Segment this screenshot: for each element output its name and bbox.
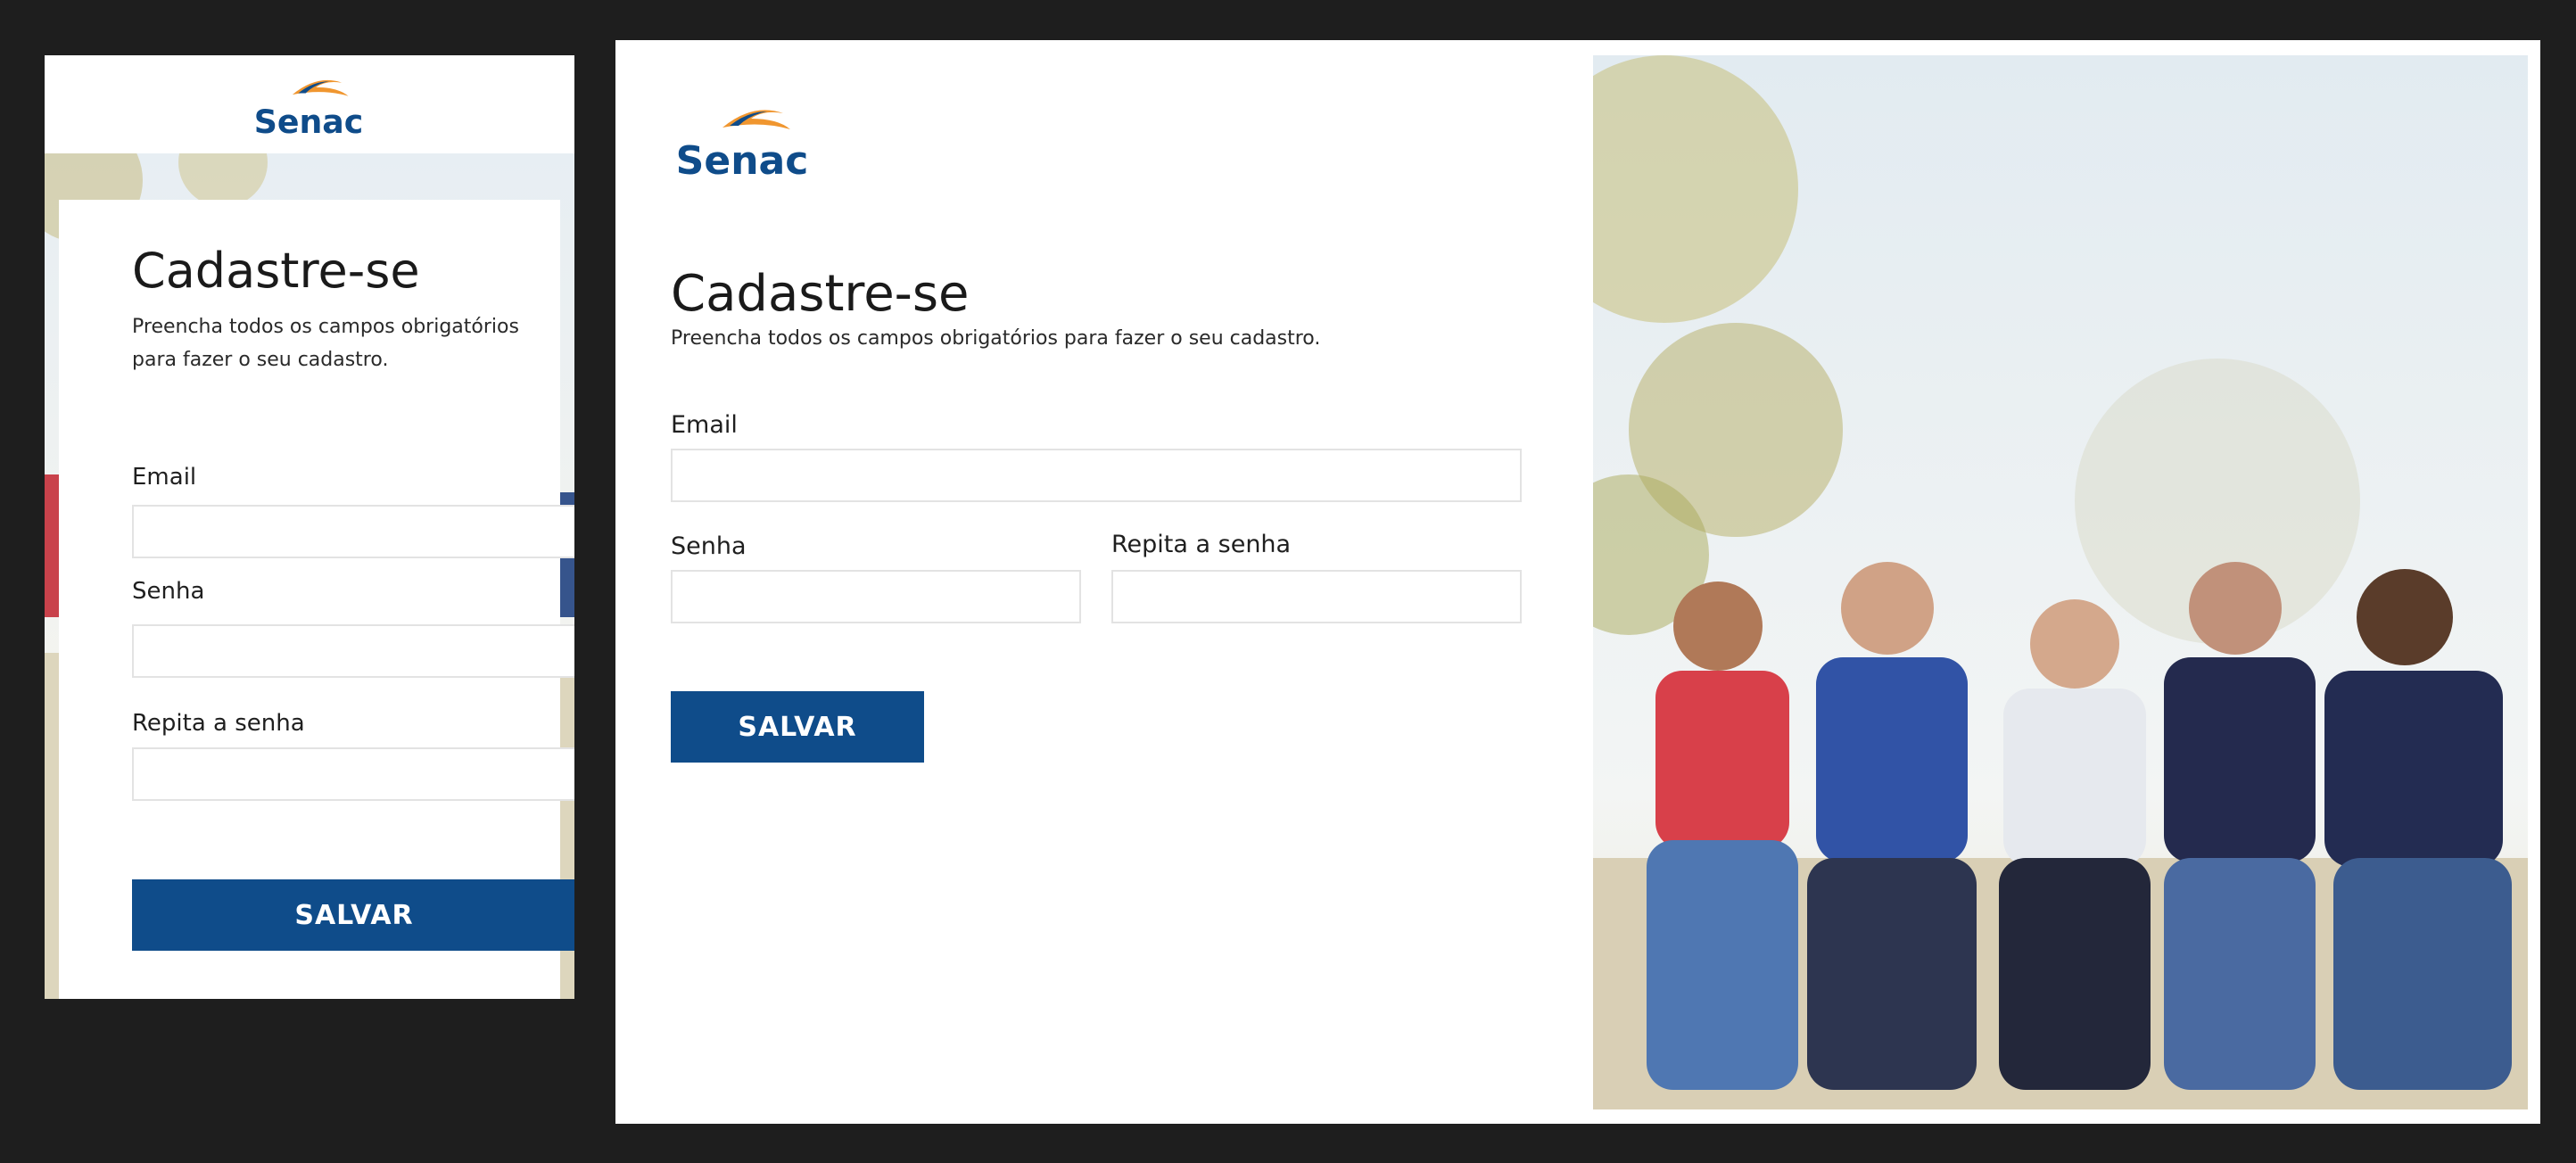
email-label: Email	[671, 411, 738, 439]
mobile-form-card: Cadastre-se Preencha todos os campos obr…	[59, 200, 574, 999]
page-title: Cadastre-se	[132, 243, 420, 299]
repeat-password-label: Repita a senha	[1111, 531, 1292, 558]
senac-logo-graphic: Senac	[676, 110, 809, 183]
students-photo	[1593, 55, 2528, 1109]
desktop-preview: Senac Cadastre-se Preencha todos os camp…	[615, 40, 2540, 1124]
senac-logo-text: Senac	[676, 138, 809, 183]
email-field[interactable]	[671, 449, 1522, 502]
senac-logo-graphic: Senac	[254, 79, 364, 139]
repeat-password-field[interactable]	[1111, 570, 1522, 623]
mobile-header: Senac	[45, 55, 574, 153]
page-subtitle: Preencha todos os campos obrigatórios pa…	[132, 316, 519, 371]
senac-logo-text: Senac	[254, 103, 364, 139]
email-label: Email	[132, 464, 197, 491]
save-button[interactable]: SALVAR	[671, 691, 924, 763]
password-label: Senha	[132, 578, 205, 605]
email-field[interactable]	[132, 505, 574, 558]
students-photo-graphic	[1593, 55, 2528, 1109]
save-button[interactable]: SALVAR	[132, 879, 574, 951]
password-field[interactable]	[132, 624, 574, 678]
mobile-preview: Senac Cadastre-se Preencha todos os camp…	[45, 55, 574, 999]
repeat-password-field[interactable]	[132, 747, 574, 801]
senac-logo: Senac	[250, 68, 367, 139]
password-label: Senha	[671, 532, 747, 560]
page-subtitle: Preencha todos os campos obrigatórios pa…	[671, 327, 1321, 350]
password-field[interactable]	[671, 570, 1081, 623]
senac-logo: Senac	[671, 94, 813, 183]
repeat-password-label: Repita a senha	[132, 710, 305, 737]
page-title: Cadastre-se	[671, 265, 970, 323]
